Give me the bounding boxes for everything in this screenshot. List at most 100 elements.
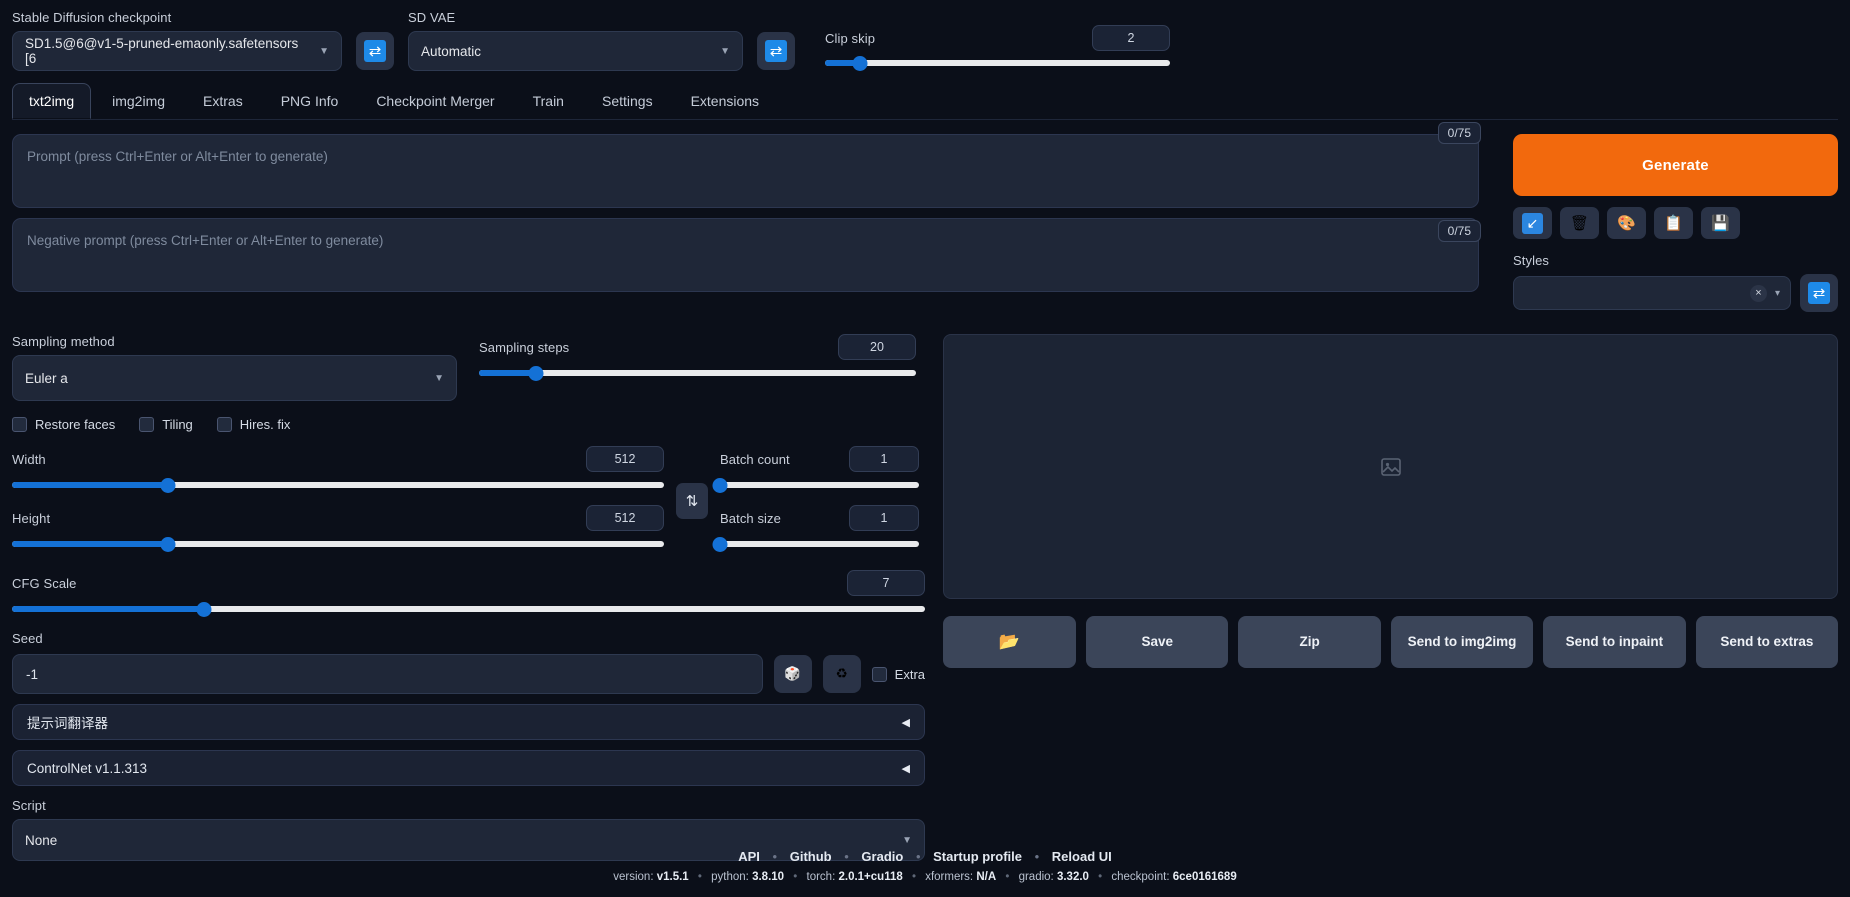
meta-version-key: version: bbox=[613, 871, 654, 883]
sampling-steps-slider[interactable] bbox=[479, 365, 916, 381]
cfg-scale-slider[interactable] bbox=[12, 601, 925, 617]
batch-count-slider[interactable] bbox=[712, 477, 919, 493]
hires-fix-checkbox[interactable]: Hires. fix bbox=[216, 417, 290, 432]
footer-link-reload-ui[interactable]: Reload UI bbox=[1052, 849, 1112, 864]
image-gallery[interactable] bbox=[943, 334, 1838, 599]
batch-count-value[interactable]: 1 bbox=[849, 446, 919, 472]
prompt-input[interactable]: Prompt (press Ctrl+Enter or Alt+Enter to… bbox=[12, 134, 1479, 208]
refresh-checkpoint-button[interactable]: ⇄ bbox=[356, 32, 394, 70]
height-value[interactable]: 512 bbox=[586, 505, 664, 531]
checkpoint-group: Stable Diffusion checkpoint SD1.5@6@v1-5… bbox=[12, 10, 342, 71]
refresh-styles-button[interactable]: ⇄ bbox=[1800, 274, 1838, 312]
footer-link-startup-profile[interactable]: Startup profile bbox=[933, 849, 1022, 864]
gallery-action-buttons: 📂 Save Zip Send to img2img Send to inpai… bbox=[943, 616, 1839, 668]
vae-dropdown[interactable]: Automatic ▼ bbox=[408, 31, 743, 71]
separator-dot: • bbox=[844, 849, 849, 864]
slider-track bbox=[720, 482, 919, 488]
slider-knob[interactable] bbox=[528, 365, 544, 381]
generation-settings-pane: Sampling method Euler a ▼ Sampling steps… bbox=[12, 334, 925, 861]
checkbox-box[interactable] bbox=[139, 417, 155, 432]
accordion-prompt-translator[interactable]: 提示词翻译器 ◀ bbox=[12, 704, 925, 740]
slider-knob[interactable] bbox=[712, 477, 728, 493]
separator-dot: • bbox=[911, 871, 916, 883]
sampling-method-group: Sampling method Euler a ▼ bbox=[12, 334, 457, 401]
zip-button[interactable]: Zip bbox=[1238, 616, 1381, 668]
slider-knob[interactable] bbox=[712, 536, 728, 552]
refresh-vae-button[interactable]: ⇄ bbox=[757, 32, 795, 70]
extra-seed-checkbox[interactable]: Extra bbox=[871, 666, 925, 682]
batch-size-slider[interactable] bbox=[712, 536, 919, 552]
slider-knob[interactable] bbox=[196, 601, 212, 617]
send-to-img2img-button[interactable]: Send to img2img bbox=[1390, 616, 1534, 668]
send-to-extras-button[interactable]: Send to extras bbox=[1695, 616, 1839, 668]
slider-track bbox=[825, 60, 1170, 66]
top-settings-bar: Stable Diffusion checkpoint SD1.5@6@v1-5… bbox=[12, 0, 1838, 77]
reuse-seed-button[interactable]: ♻ bbox=[822, 655, 861, 693]
styles-dropdown[interactable]: × ▾ bbox=[1513, 276, 1791, 310]
save-icon[interactable]: 💾 bbox=[1701, 207, 1740, 239]
footer-links: API • Github • Gradio • Startup profile … bbox=[0, 849, 1850, 864]
generate-button[interactable]: Generate bbox=[1513, 134, 1838, 196]
width-slider[interactable] bbox=[12, 477, 664, 493]
restore-faces-checkbox[interactable]: Restore faces bbox=[12, 417, 115, 432]
accordion-title: ControlNet v1.1.313 bbox=[27, 760, 148, 776]
clip-skip-value[interactable]: 2 bbox=[1092, 25, 1170, 51]
trash-icon[interactable]: 🗑 bbox=[1560, 207, 1599, 239]
random-seed-button[interactable]: 🎲 bbox=[773, 655, 812, 693]
separator-dot: • bbox=[915, 849, 921, 864]
footer-link-github[interactable]: Github bbox=[790, 849, 832, 864]
separator-dot: • bbox=[1005, 871, 1010, 883]
tab-png-info[interactable]: PNG Info bbox=[264, 83, 356, 119]
tiling-checkbox[interactable]: Tiling bbox=[139, 417, 193, 432]
width-value[interactable]: 512 bbox=[586, 446, 664, 472]
batch-size-value[interactable]: 1 bbox=[849, 505, 919, 531]
slider-knob[interactable] bbox=[852, 55, 867, 71]
save-button[interactable]: Save bbox=[1086, 616, 1229, 668]
height-label: Height bbox=[12, 510, 51, 526]
accordion-controlnet[interactable]: ControlNet v1.1.313 ◀ bbox=[12, 750, 925, 786]
negative-prompt-token-counter: 0/75 bbox=[1437, 220, 1481, 242]
tab-img2img[interactable]: img2img bbox=[95, 83, 182, 119]
tiling-label: Tiling bbox=[162, 417, 193, 432]
checkpoint-dropdown[interactable]: SD1.5@6@v1-5-pruned-emaonly.safetensors … bbox=[12, 31, 342, 71]
meta-gradio-value: 3.32.0 bbox=[1056, 871, 1089, 883]
slider-knob[interactable] bbox=[160, 536, 176, 552]
open-folder-button[interactable]: 📂 bbox=[943, 616, 1076, 668]
separator-dot: • bbox=[697, 871, 702, 883]
sampling-method-dropdown[interactable]: Euler a ▼ bbox=[12, 355, 457, 401]
arrow-down-left-icon[interactable]: ↙ bbox=[1513, 207, 1552, 239]
prompt-and-generate-row: 0/75 0/75 Prompt (press Ctrl+Enter or Al… bbox=[12, 120, 1838, 312]
close-icon[interactable]: × bbox=[1749, 284, 1767, 302]
tab-train[interactable]: Train bbox=[516, 83, 581, 119]
footer-link-api[interactable]: API bbox=[738, 849, 760, 864]
tab-checkpoint-merger[interactable]: Checkpoint Merger bbox=[359, 83, 511, 119]
meta-xformers-key: xformers: bbox=[925, 871, 974, 883]
dimension-controls: Width 512 Height 512 ⇅ Batch count 1 Bat… bbox=[12, 446, 925, 556]
dice-icon: 🎲 bbox=[784, 666, 801, 681]
checkbox-box[interactable] bbox=[12, 417, 27, 432]
seed-input[interactable]: -1 bbox=[12, 654, 763, 694]
clip-skip-slider[interactable] bbox=[825, 55, 1170, 71]
negative-prompt-input[interactable]: Negative prompt (press Ctrl+Enter or Alt… bbox=[12, 218, 1479, 292]
slider-fill bbox=[12, 606, 204, 612]
slider-knob[interactable] bbox=[160, 477, 176, 493]
sampling-steps-value[interactable]: 20 bbox=[838, 334, 916, 360]
swap-dimensions-button[interactable]: ⇅ bbox=[676, 483, 708, 519]
checkbox-box[interactable] bbox=[871, 666, 887, 682]
tab-extensions[interactable]: Extensions bbox=[674, 83, 776, 119]
send-to-inpaint-button[interactable]: Send to inpaint bbox=[1543, 616, 1686, 668]
refresh-icon: ⇄ bbox=[1808, 282, 1830, 304]
meta-python-key: python: bbox=[711, 871, 749, 883]
cfg-scale-value[interactable]: 7 bbox=[847, 570, 925, 596]
palette-icon[interactable]: 🎨 bbox=[1607, 207, 1646, 239]
height-slider[interactable] bbox=[12, 536, 664, 552]
tab-txt2img[interactable]: txt2img bbox=[12, 83, 92, 119]
chevron-down-icon: ▼ bbox=[319, 45, 329, 57]
footer-link-gradio[interactable]: Gradio bbox=[861, 849, 903, 864]
clipboard-icon[interactable]: 📋 bbox=[1654, 207, 1693, 239]
checkbox-box[interactable] bbox=[216, 417, 232, 432]
width-group: Width 512 bbox=[12, 446, 664, 493]
meta-python-value: 3.8.10 bbox=[752, 871, 785, 883]
tab-extras[interactable]: Extras bbox=[186, 83, 260, 119]
tab-settings[interactable]: Settings bbox=[585, 83, 670, 119]
